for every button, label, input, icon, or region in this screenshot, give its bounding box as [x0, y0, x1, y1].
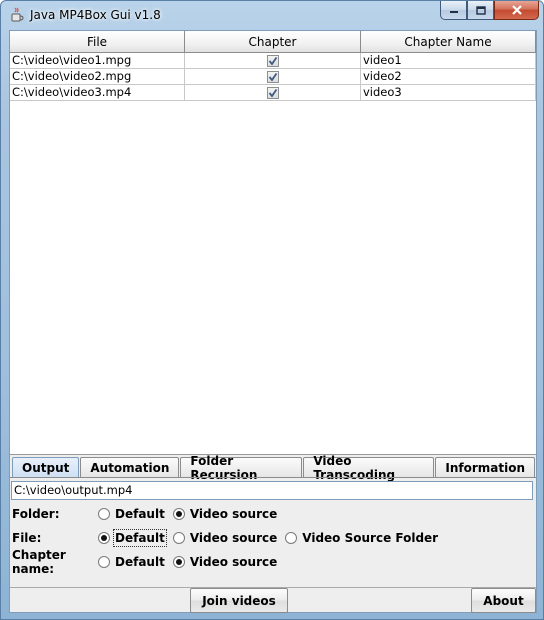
column-header-chapter[interactable]: Chapter [185, 31, 361, 53]
radio-label: Video Source Folder [302, 531, 439, 545]
title-bar[interactable]: Java MP4Box Gui v1.8 [1, 1, 544, 29]
radio-label: Default [115, 555, 165, 569]
tab-information[interactable]: Information [435, 457, 535, 477]
checkmark-icon [268, 56, 277, 65]
chapter-name-video-source-radio[interactable]: Video source [172, 555, 278, 569]
tab-automation[interactable]: Automation [80, 457, 180, 477]
folder-label: Folder: [12, 507, 60, 521]
radio-label: Default [115, 507, 165, 521]
file-default-radio[interactable]: Default [98, 529, 167, 547]
table-row[interactable]: C:\video\video1.mpg video1 [10, 53, 536, 69]
radio-icon [172, 532, 185, 544]
radio-selected-icon [172, 556, 185, 568]
cell-file[interactable]: C:\video\video2.mpg [10, 69, 185, 85]
cell-file[interactable]: C:\video\video1.mpg [10, 53, 185, 69]
file-video-source-folder-radio[interactable]: Video Source Folder [285, 531, 438, 545]
chapter-name-option-row: Chapter name: Default Video source [12, 548, 285, 576]
radio-label: Video source [189, 531, 278, 545]
cell-chapter [185, 53, 361, 69]
radio-selected-icon [98, 532, 110, 544]
tab-output[interactable]: Output [12, 457, 80, 477]
close-button[interactable] [494, 1, 539, 20]
java-cup-icon [11, 7, 24, 22]
radio-icon [98, 508, 110, 520]
about-button[interactable]: About [471, 588, 536, 613]
chapter-checkbox[interactable] [266, 86, 279, 99]
radio-label: Video source [189, 555, 278, 569]
output-panel: C:\video\output.mp4 Folder: Default Vide… [10, 477, 536, 585]
table-body: C:\video\video1.mpg video1 C:\video\vide… [10, 53, 536, 101]
file-option-row: File: Default Video source Video Source … [12, 529, 446, 547]
video-table[interactable]: File Chapter Chapter Name C:\video\video… [10, 31, 536, 455]
radio-icon [285, 532, 298, 544]
table-row[interactable]: C:\video\video2.mpg video2 [10, 69, 536, 85]
cell-chapter-name[interactable]: video1 [361, 53, 536, 69]
maximize-button[interactable] [467, 1, 494, 20]
window-frame: Java MP4Box Gui v1.8 File Chapter Chapte… [0, 0, 544, 620]
minimize-icon [449, 11, 458, 13]
maximize-icon [475, 5, 486, 15]
table-header: File Chapter Chapter Name [10, 31, 536, 53]
chapter-name-default-radio[interactable]: Default [98, 555, 165, 569]
chapter-checkbox[interactable] [266, 54, 279, 67]
button-bar: Join videos About [10, 587, 536, 613]
radio-label: Video source [189, 507, 278, 521]
radio-label: Default [113, 529, 167, 547]
cell-chapter-name[interactable]: video2 [361, 69, 536, 85]
file-video-source-radio[interactable]: Video source [172, 531, 278, 545]
column-header-file[interactable]: File [10, 31, 185, 53]
tab-strip: Output Automation Folder Recursion Video… [12, 454, 536, 482]
radio-selected-icon [172, 508, 185, 520]
close-icon [511, 5, 522, 15]
chapter-checkbox[interactable] [266, 70, 279, 83]
column-header-chapter-name[interactable]: Chapter Name [361, 31, 536, 53]
cell-chapter [185, 85, 361, 101]
checkmark-icon [268, 88, 277, 97]
tab-folder-recursion[interactable]: Folder Recursion [180, 454, 303, 482]
folder-default-radio[interactable]: Default [98, 507, 165, 521]
cell-file[interactable]: C:\video\video3.mp4 [10, 85, 185, 101]
client-area: File Chapter Chapter Name C:\video\video… [9, 30, 537, 613]
table-row[interactable]: C:\video\video3.mp4 video3 [10, 85, 536, 101]
join-videos-button[interactable]: Join videos [190, 588, 288, 613]
output-path-field[interactable]: C:\video\output.mp4 [11, 481, 533, 500]
minimize-button[interactable] [440, 1, 467, 20]
cell-chapter-name[interactable]: video3 [361, 85, 536, 101]
chapter-name-label: Chapter name: [12, 548, 66, 576]
folder-video-source-radio[interactable]: Video source [172, 507, 278, 521]
cell-chapter [185, 69, 361, 85]
radio-icon [98, 556, 110, 568]
tab-video-transcoding[interactable]: Video Transcoding [303, 454, 435, 482]
file-label: File: [12, 531, 42, 545]
folder-option-row: Folder: Default Video source [12, 505, 285, 523]
window-title: Java MP4Box Gui v1.8 [30, 8, 161, 22]
checkmark-icon [268, 72, 277, 81]
